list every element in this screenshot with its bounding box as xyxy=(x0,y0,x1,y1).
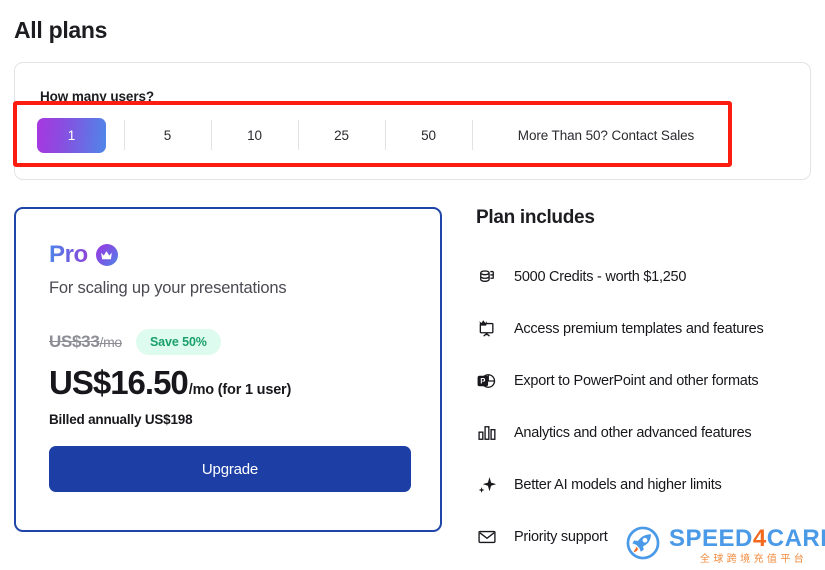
watermark-subtitle: 全球跨境充值平台 xyxy=(699,553,808,565)
contact-sales-option[interactable]: More Than 50? Contact Sales xyxy=(472,116,740,154)
pricing-page: All plans How many users? 1 5 10 25 50 M… xyxy=(0,0,825,570)
user-selector-label: How many users? xyxy=(40,89,155,104)
feature-text: Export to PowerPoint and other formats xyxy=(514,373,759,389)
watermark-brand: SPEED4CARD xyxy=(669,524,825,552)
premium-template-icon xyxy=(476,318,498,340)
page-title: All plans xyxy=(14,17,108,43)
user-count-option-50[interactable]: 50 xyxy=(385,116,472,154)
user-count-option-25[interactable]: 25 xyxy=(298,116,385,154)
feature-text: Priority support xyxy=(514,529,608,545)
feature-item-analytics: Analytics and other advanced features xyxy=(476,407,821,459)
current-price-row: US$16.50 /mo (for 1 user) xyxy=(49,364,291,402)
old-price-row: US$33/mo Save 50% xyxy=(49,329,221,355)
watermark-text: SPEED4CARD 全球跨境充值平台 xyxy=(669,524,825,565)
powerpoint-export-icon xyxy=(476,370,498,392)
watermark: SPEED4CARD 全球跨境充值平台 xyxy=(624,524,825,567)
plan-includes-section: Plan includes 5000 Credits - worth $1,25… xyxy=(476,207,821,563)
plan-includes-title: Plan includes xyxy=(476,207,595,228)
feature-text: Analytics and other advanced features xyxy=(514,425,752,441)
user-count-option-1[interactable]: 1 xyxy=(37,117,106,153)
feature-item-credits: 5000 Credits - worth $1,250 xyxy=(476,251,821,303)
bar-chart-icon xyxy=(476,422,498,444)
user-selector-panel: How many users? 1 5 10 25 50 More Than 5… xyxy=(14,62,811,180)
feature-text: Better AI models and higher limits xyxy=(514,477,722,493)
current-price: US$16.50 xyxy=(49,364,189,401)
billing-note: Billed annually US$198 xyxy=(49,412,193,427)
upgrade-button[interactable]: Upgrade xyxy=(49,446,411,492)
plan-name: Pro xyxy=(49,241,88,268)
save-badge: Save 50% xyxy=(135,329,221,355)
sparkle-icon xyxy=(476,474,498,496)
plan-subtitle: For scaling up your presentations xyxy=(49,279,287,297)
feature-item-powerpoint-export: Export to PowerPoint and other formats xyxy=(476,355,821,407)
old-price: US$33/mo xyxy=(49,332,122,351)
feature-text: 5000 Credits - worth $1,250 xyxy=(514,269,687,285)
user-count-option-10[interactable]: 10 xyxy=(211,116,298,154)
feature-text: Access premium templates and features xyxy=(514,321,764,337)
envelope-icon xyxy=(476,526,498,548)
pro-plan-card: Pro For scaling up your presentations US… xyxy=(14,207,442,532)
price-unit: /mo (for 1 user) xyxy=(188,382,292,398)
crown-icon xyxy=(95,244,118,266)
user-count-segmented-control: 1 5 10 25 50 More Than 50? Contact Sales xyxy=(37,113,740,157)
rocket-icon xyxy=(624,524,662,567)
credits-coins-icon xyxy=(476,266,498,288)
feature-item-premium-templates: Access premium templates and features xyxy=(476,303,821,355)
feature-item-ai-models: Better AI models and higher limits xyxy=(476,459,821,511)
user-count-option-5[interactable]: 5 xyxy=(124,116,211,154)
plan-header: Pro xyxy=(49,241,118,269)
